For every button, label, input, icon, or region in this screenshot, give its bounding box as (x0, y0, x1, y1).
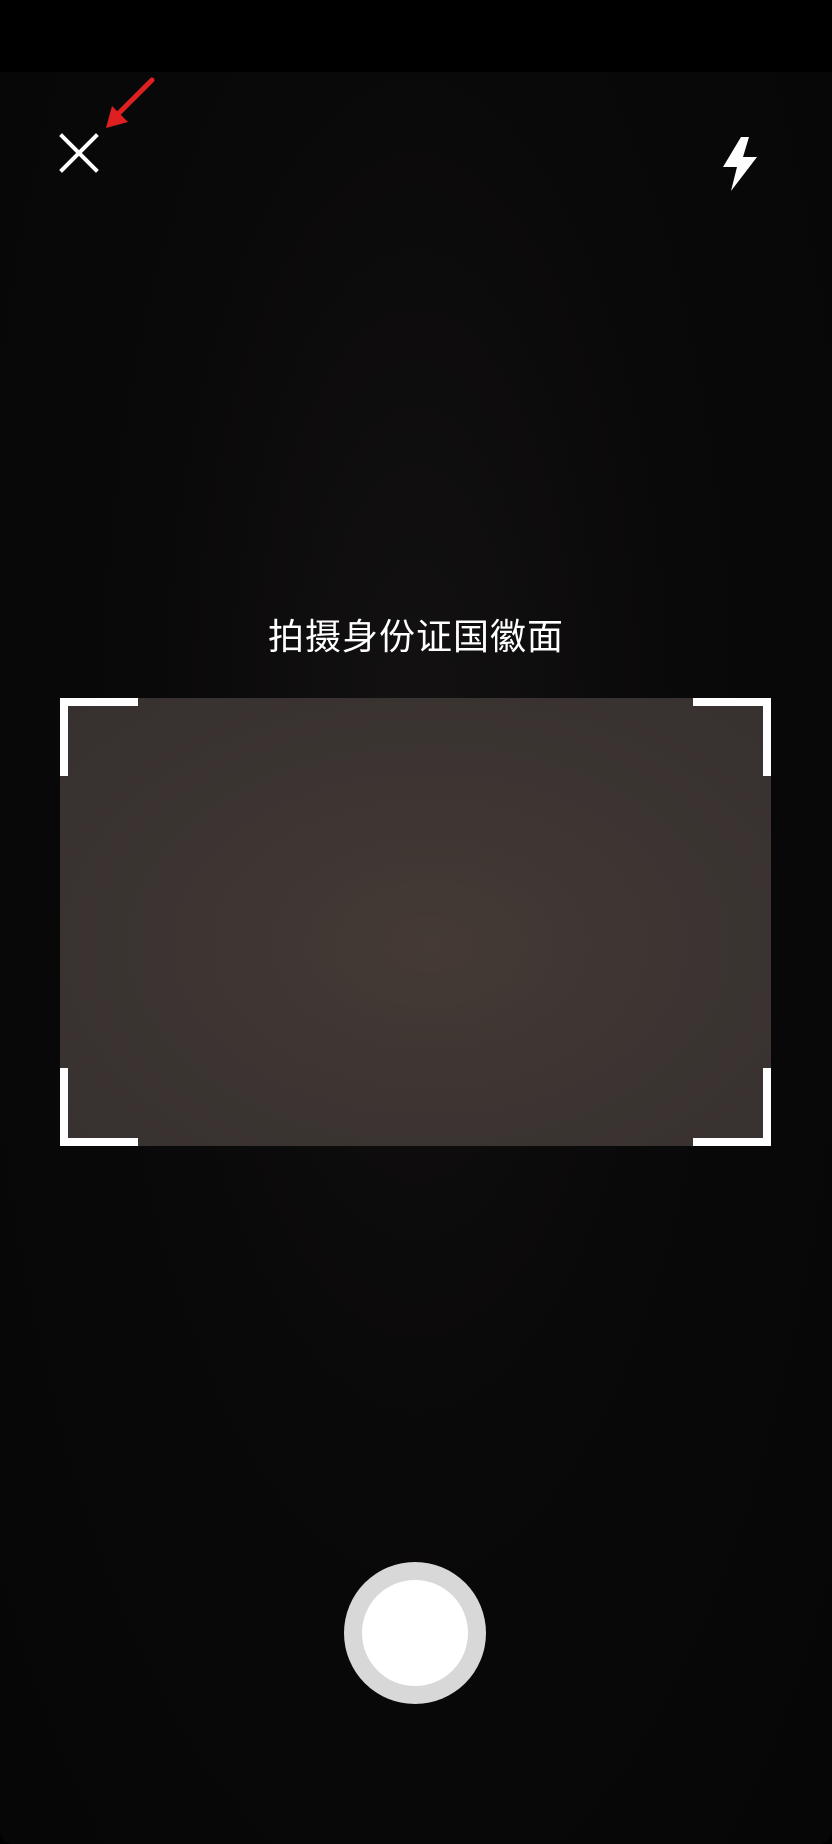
flash-icon (723, 137, 757, 191)
frame-corner-top-left (60, 698, 138, 776)
id-card-scan-frame (60, 698, 771, 1146)
scan-area (60, 698, 771, 1146)
shutter-inner (362, 1580, 468, 1686)
close-button[interactable] (54, 128, 104, 178)
status-bar (0, 0, 832, 72)
close-icon (59, 133, 99, 173)
annotation-arrow-icon (106, 77, 155, 128)
frame-corner-top-right (693, 698, 771, 776)
flash-button[interactable] (712, 132, 768, 196)
instruction-text: 拍摄身份证国徽面 (267, 617, 564, 658)
frame-corner-bottom-left (60, 1068, 138, 1146)
frame-corner-bottom-right (693, 1068, 771, 1146)
shutter-button[interactable] (344, 1562, 486, 1704)
